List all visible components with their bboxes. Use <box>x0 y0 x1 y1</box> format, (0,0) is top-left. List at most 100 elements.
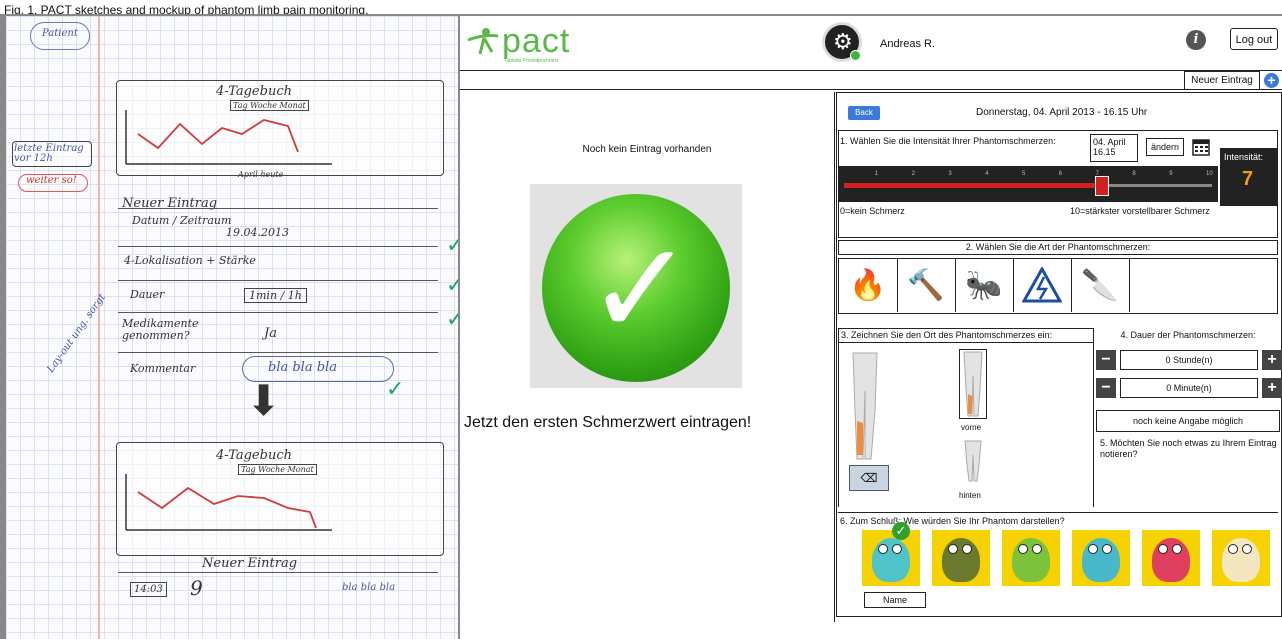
slider-tick-label: 4 <box>985 171 989 177</box>
monster-eye <box>1228 544 1238 554</box>
plus-icon[interactable]: + <box>1262 378 1282 398</box>
phantom-monster-option[interactable] <box>932 530 990 586</box>
phantom-monster-option[interactable] <box>1212 530 1270 586</box>
sketch-row-date: Datum / Zeitraum <box>132 214 232 227</box>
slider-tick-label: 2 <box>911 171 915 177</box>
monster-body <box>872 538 910 582</box>
name-button[interactable]: Name <box>864 592 926 608</box>
check-mark-icon: ✓ <box>446 272 458 297</box>
date-header: Donnerstag, 04. April 2013 - 16.15 Uhr <box>976 107 1148 118</box>
front-view-thumb[interactable] <box>959 349 987 419</box>
intensity-slider[interactable]: 1 2 3 4 5 6 7 8 9 10 <box>838 166 1218 202</box>
sketch-row-line <box>118 280 438 281</box>
new-entry-button[interactable]: Neuer Eintrag <box>1184 71 1260 90</box>
scale-high-label: 10=stärkster vorstellbarer Schmerz <box>1070 206 1210 216</box>
date-box-date: 04. April <box>1093 137 1126 147</box>
slider-tick-label: 9 <box>1169 171 1173 177</box>
fire-icon[interactable]: 🔥 <box>839 259 898 312</box>
phantom-monster-option[interactable] <box>1072 530 1130 586</box>
info-icon[interactable]: i <box>1186 30 1206 50</box>
calendar-icon[interactable] <box>1192 138 1210 156</box>
location-question: 3. Zeichnen Sie den Ort des Phantomschme… <box>838 328 1094 343</box>
knife-icon[interactable]: 🔪 <box>1071 259 1130 312</box>
back-button[interactable]: Back <box>848 106 880 120</box>
big-check-circle: ✓ <box>542 194 730 382</box>
duration-question: 4. Dauer der Phantomschmerzen: <box>1120 330 1256 340</box>
avatar[interactable]: ⚙ <box>822 22 862 62</box>
phantom-monster-option[interactable] <box>1142 530 1200 586</box>
slider-tick-label: 3 <box>948 171 952 177</box>
monster-body <box>1082 538 1120 582</box>
eraser-icon[interactable]: ⌫ <box>849 465 889 491</box>
monster-body <box>942 538 980 582</box>
sketch-row-duration: Dauer <box>130 288 165 301</box>
sketch-title-2: 4-Tagebuch <box>216 448 292 463</box>
sketch-row-line <box>118 208 438 209</box>
hours-value[interactable]: 0 Stunde(n) <box>1120 350 1258 370</box>
logo-text: pact <box>502 22 571 60</box>
first-entry-cta[interactable]: Jetzt den ersten Schmerzwert eintragen! <box>464 414 751 432</box>
paper-sketch: Patient letzte Eintrag vor 12h weiter so… <box>6 16 458 639</box>
monster-eye <box>1172 544 1182 554</box>
plus-icon[interactable]: + <box>1264 73 1279 88</box>
slider-tick-label: 6 <box>1058 171 1063 177</box>
sketch-row-line <box>118 572 438 573</box>
hours-stepper: − 0 Stunde(n) + <box>1096 350 1282 370</box>
slider-thumb[interactable] <box>1094 176 1109 196</box>
sketch-row-localisation: 4-Lokalisation + Stärke <box>124 254 256 267</box>
phantom-monster-option[interactable] <box>862 530 920 586</box>
plus-icon[interactable]: + <box>1262 350 1282 370</box>
minus-icon[interactable]: − <box>1096 378 1116 398</box>
monster-body <box>1152 538 1190 582</box>
check-mark-icon: ✓ <box>446 232 458 257</box>
no-info-button[interactable]: noch keine Angabe möglich <box>1096 410 1280 432</box>
hammer-icon[interactable]: 🔨 <box>897 259 956 312</box>
arrow-down-icon: ⬇ <box>246 377 282 424</box>
last-entry-tag: letzte Eintrag vor 12h <box>14 143 84 164</box>
slider-tick-label: 8 <box>1132 171 1136 177</box>
next-tag: weiter so! <box>26 175 77 186</box>
notebook-margin <box>98 16 100 639</box>
slider-tick-label: 5 <box>1022 171 1026 177</box>
sketch-row-comment: Kommentar <box>130 362 196 375</box>
check-mark-icon: ✓ <box>446 306 458 331</box>
selected-check-icon: ✓ <box>892 522 910 540</box>
entry-form: Back Donnerstag, 04. April 2013 - 16.15 … <box>836 92 1282 622</box>
date-box-time: 16.15 <box>1093 147 1116 157</box>
no-entry-text: Noch kein Eintrag vorhanden <box>582 144 712 155</box>
sketch-row-medication-value: Ja <box>264 326 277 341</box>
intensity-question: 1. Wählen Sie die Intensität Ihrer Phant… <box>840 136 1056 146</box>
monster-body <box>1012 538 1050 582</box>
gear-icon: ⚙ <box>833 29 853 54</box>
check-mark-icon: ✓ <box>386 376 405 401</box>
monster-eye <box>1088 544 1098 554</box>
logout-button[interactable]: Log out <box>1230 28 1278 50</box>
phantom-monster-option[interactable] <box>1002 530 1060 586</box>
sketch-row-date-value: 19.04.2013 <box>226 226 289 239</box>
scale-low-label: 0=kein Schmerz <box>840 206 905 216</box>
phantom-question: 6. Zum Schluß: Wie würden Sie Ihr Phanto… <box>840 516 1065 526</box>
ants-icon[interactable]: 🐜 <box>955 259 1014 312</box>
front-legs-icon[interactable] <box>849 351 881 461</box>
minus-icon[interactable]: − <box>1096 350 1116 370</box>
change-date-button[interactable]: ändern <box>1146 138 1184 156</box>
confirm-tile[interactable]: ✓ <box>530 184 742 388</box>
app-mockup: pact Tabletts Prosiotpochnerz ⚙ Andreas … <box>460 16 1282 639</box>
monster-eye <box>1018 544 1028 554</box>
sketch-axis-1: April heute <box>238 170 284 179</box>
front-view-legs-icon <box>963 351 983 417</box>
monster-eye <box>1158 544 1168 554</box>
electric-icon[interactable] <box>1013 259 1072 312</box>
location-area: vorne hinten ⌫ <box>838 343 1094 507</box>
sketch-row2-intensity: 9 <box>190 576 203 600</box>
note-question[interactable]: 5. Möchten Sie noch etwas zu Ihrem Eintr… <box>1100 438 1278 460</box>
monster-eye <box>878 544 888 554</box>
sketch-row2-comment: bla bla bla <box>342 582 396 593</box>
back-legs-icon[interactable] <box>963 439 983 483</box>
slider-fill <box>844 183 1102 188</box>
minutes-stepper: − 0 Minute(n) + <box>1096 378 1282 398</box>
intensity-display: Intensität: 7 <box>1220 148 1278 206</box>
sketch-title-1: 4-Tagebuch <box>216 84 292 99</box>
minutes-value[interactable]: 0 Minute(n) <box>1120 378 1258 398</box>
sketch-row2-time: 14:03 <box>130 582 167 597</box>
